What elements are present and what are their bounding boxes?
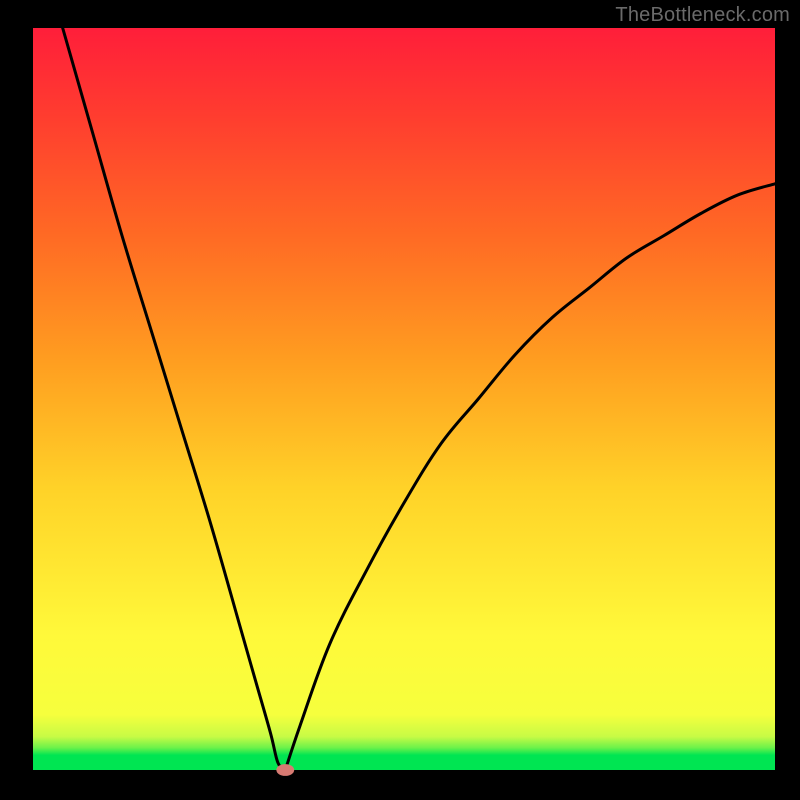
sweet-spot-marker [276, 764, 294, 776]
chart-frame: TheBottleneck.com [0, 0, 800, 800]
chart-gradient-background [33, 28, 775, 770]
bottleneck-chart [0, 0, 800, 800]
